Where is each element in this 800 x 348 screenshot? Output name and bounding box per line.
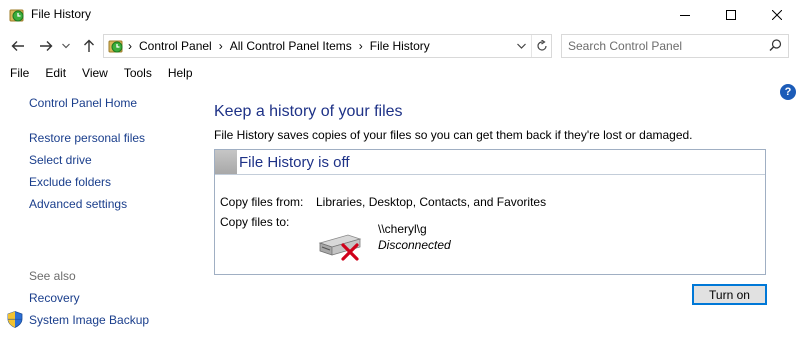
- menu-bar: File Edit View Tools Help: [0, 62, 800, 84]
- shield-icon: [7, 311, 23, 331]
- navigation-bar: › Control Panel › All Control Panel Item…: [0, 30, 800, 62]
- menu-tools[interactable]: Tools: [116, 62, 160, 84]
- advanced-settings-link[interactable]: Advanced settings: [29, 197, 127, 211]
- page-title: Keep a history of your files: [214, 103, 403, 120]
- copy-from-label: Copy files from:: [220, 195, 304, 209]
- breadcrumb: › Control Panel › All Control Panel Item…: [126, 39, 430, 53]
- breadcrumb-control-panel[interactable]: Control Panel: [139, 39, 212, 53]
- close-icon: [772, 10, 782, 20]
- search-box[interactable]: [561, 34, 789, 58]
- sidebar: Control Panel Home Restore personal file…: [0, 84, 200, 348]
- minimize-button[interactable]: [662, 0, 708, 30]
- refresh-icon: [536, 40, 547, 51]
- copy-from-value: Libraries, Desktop, Contacts, and Favori…: [316, 195, 547, 209]
- chevron-down-icon: [62, 43, 70, 49]
- system-image-backup-link[interactable]: System Image Backup: [29, 313, 149, 327]
- arrow-left-icon: [11, 41, 24, 51]
- file-history-icon: [108, 38, 124, 54]
- chevron-right-icon[interactable]: ›: [359, 39, 363, 53]
- breadcrumb-all-items[interactable]: All Control Panel Items: [230, 39, 352, 53]
- refresh-button[interactable]: [531, 35, 551, 57]
- menu-file[interactable]: File: [0, 62, 37, 84]
- chevron-down-icon: [516, 43, 526, 49]
- control-panel-home-link[interactable]: Control Panel Home: [29, 96, 137, 110]
- copy-to-label: Copy files to:: [220, 215, 290, 229]
- select-drive-link[interactable]: Select drive: [29, 153, 92, 167]
- drive-status: Disconnected: [378, 238, 451, 252]
- turn-on-button[interactable]: Turn on: [692, 284, 767, 305]
- exclude-folders-link[interactable]: Exclude folders: [29, 175, 111, 189]
- maximize-button[interactable]: [708, 0, 754, 30]
- arrow-right-icon: [40, 41, 53, 51]
- recent-locations-button[interactable]: [59, 36, 73, 56]
- drive-path: \\cheryl\g: [378, 222, 427, 236]
- close-button[interactable]: [754, 0, 800, 30]
- see-also-label: See also: [29, 269, 76, 283]
- minimize-icon: [680, 15, 690, 16]
- up-button[interactable]: [79, 36, 99, 56]
- menu-view[interactable]: View: [74, 62, 116, 84]
- restore-personal-files-link[interactable]: Restore personal files: [29, 131, 145, 145]
- menu-edit[interactable]: Edit: [37, 62, 74, 84]
- status-indicator: [215, 150, 237, 174]
- breadcrumb-file-history[interactable]: File History: [370, 39, 430, 53]
- menu-help[interactable]: Help: [160, 62, 201, 84]
- maximize-icon: [726, 10, 736, 20]
- status-panel: File History is off Copy files from: Lib…: [214, 149, 766, 275]
- forward-button[interactable]: [36, 36, 56, 56]
- address-bar[interactable]: › Control Panel › All Control Panel Item…: [103, 34, 552, 58]
- search-icon[interactable]: [769, 39, 782, 55]
- file-history-icon: [9, 7, 25, 23]
- window-title: File History: [31, 7, 92, 21]
- search-input[interactable]: [568, 38, 758, 54]
- status-title: File History is off: [239, 154, 350, 171]
- disconnected-drive-icon: [318, 229, 364, 264]
- title-bar: File History: [0, 0, 800, 30]
- chevron-right-icon[interactable]: ›: [219, 39, 223, 53]
- recovery-link[interactable]: Recovery: [29, 291, 80, 305]
- arrow-up-icon: [84, 39, 94, 52]
- back-button[interactable]: [8, 36, 28, 56]
- main-content: Keep a history of your files File Histor…: [200, 84, 800, 348]
- status-header: File History is off: [215, 150, 765, 175]
- chevron-right-icon[interactable]: ›: [128, 39, 132, 53]
- page-description: File History saves copies of your files …: [214, 128, 693, 142]
- address-dropdown-button[interactable]: [512, 35, 530, 57]
